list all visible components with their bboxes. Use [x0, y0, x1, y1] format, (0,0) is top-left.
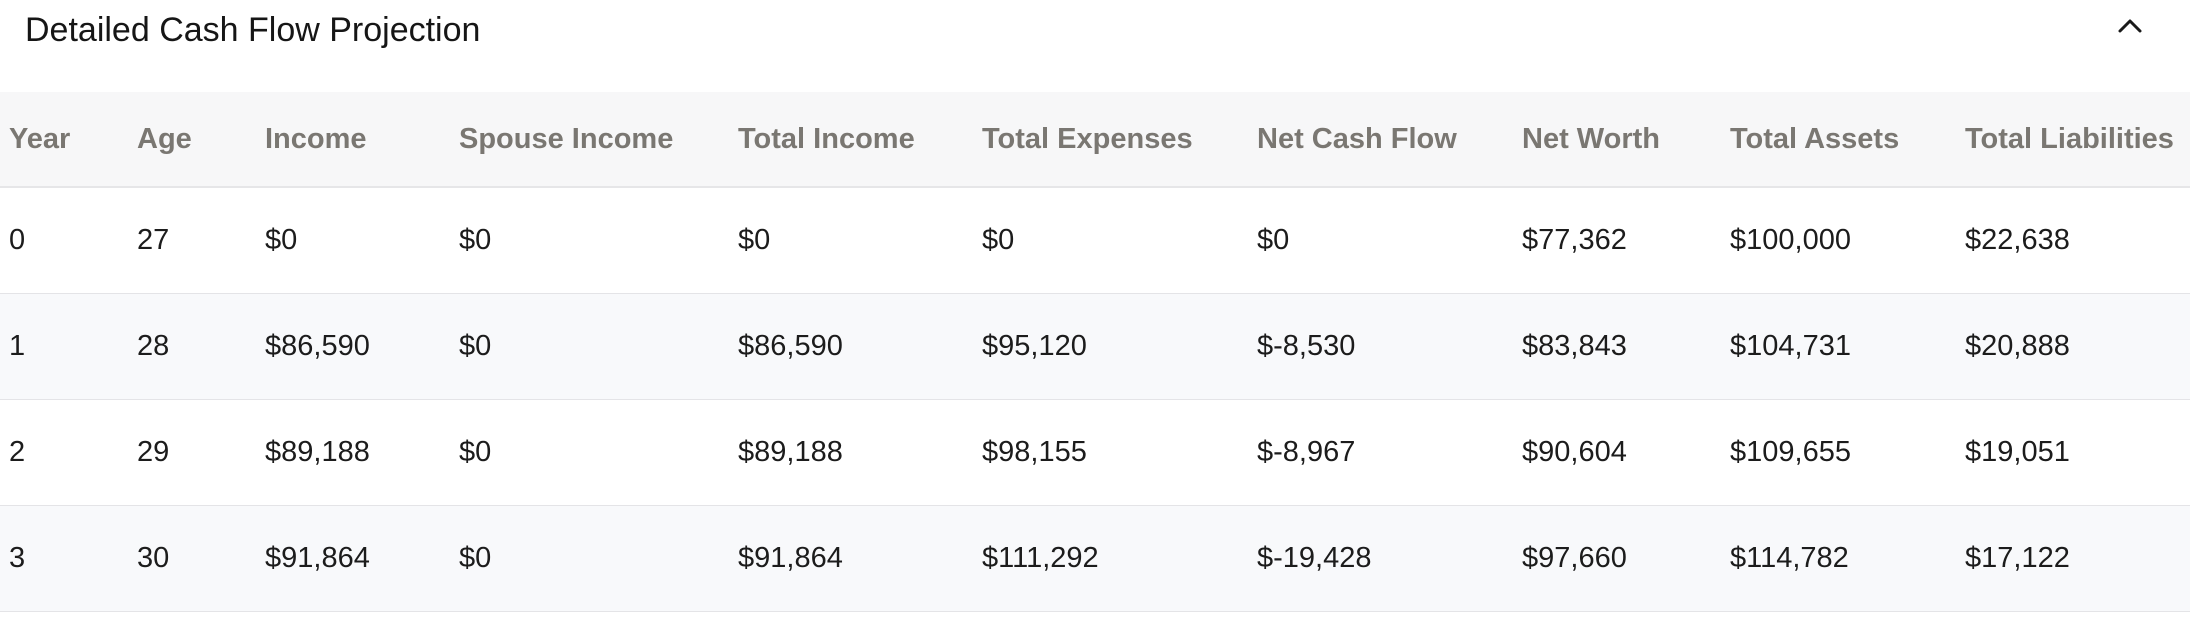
cell-year: 2 [9, 435, 26, 468]
cell-total-assets: $109,655 [1730, 435, 1851, 468]
cell-spouse-income: $0 [459, 541, 492, 574]
table-row: 2 29 $89,188 $0 $89,188 $98,155 $-8,967 … [0, 399, 2190, 505]
column-header-income[interactable]: Income [256, 92, 450, 187]
cell-net-cash-flow: $-8,967 [1257, 435, 1356, 468]
column-header-total-assets[interactable]: Total Assets [1721, 92, 1956, 187]
cell-spouse-income: $0 [459, 435, 492, 468]
cell-total-liabilities: $17,122 [1965, 541, 2070, 574]
cell-spouse-income: $0 [459, 329, 492, 362]
cell-net-cash-flow: $0 [1257, 223, 1290, 256]
column-header-age[interactable]: Age [128, 92, 256, 187]
cash-flow-table: Year Age Income Spouse Income Total Inco… [0, 92, 2190, 612]
column-header-net-worth[interactable]: Net Worth [1513, 92, 1721, 187]
column-header-year[interactable]: Year [0, 92, 128, 187]
panel-title: Detailed Cash Flow Projection [25, 11, 481, 49]
cell-total-expenses: $0 [982, 223, 1015, 256]
cell-total-liabilities: $20,888 [1965, 329, 2070, 362]
column-header-total-liabilities[interactable]: Total Liabilities [1956, 92, 2190, 187]
table-row: 1 28 $86,590 $0 $86,590 $95,120 $-8,530 … [0, 293, 2190, 399]
cell-net-worth: $83,843 [1522, 329, 1627, 362]
cell-age: 28 [137, 329, 170, 362]
cell-total-income: $0 [738, 223, 771, 256]
cell-age: 27 [137, 223, 170, 256]
cell-income: $91,864 [265, 541, 370, 574]
collapse-toggle-button[interactable] [2110, 6, 2150, 46]
cell-net-worth: $97,660 [1522, 541, 1627, 574]
table-row: 3 30 $91,864 $0 $91,864 $111,292 $-19,42… [0, 505, 2190, 611]
cell-income: $86,590 [265, 329, 370, 362]
cell-year: 0 [9, 223, 26, 256]
column-header-total-expenses[interactable]: Total Expenses [973, 92, 1248, 187]
panel-header[interactable]: Detailed Cash Flow Projection [0, 0, 2190, 62]
chevron-up-icon [2118, 19, 2142, 33]
cell-total-expenses: $95,120 [982, 329, 1087, 362]
cell-income: $0 [265, 223, 298, 256]
cell-total-income: $86,590 [738, 329, 843, 362]
cell-income: $89,188 [265, 435, 370, 468]
cash-flow-projection-panel: Detailed Cash Flow Projection Year Age I… [0, 0, 2190, 626]
cell-total-assets: $100,000 [1730, 223, 1851, 256]
column-header-total-income[interactable]: Total Income [729, 92, 973, 187]
cell-net-cash-flow: $-8,530 [1257, 329, 1356, 362]
cell-total-assets: $104,731 [1730, 329, 1851, 362]
cell-net-cash-flow: $-19,428 [1257, 541, 1372, 574]
cell-total-expenses: $98,155 [982, 435, 1087, 468]
cell-net-worth: $77,362 [1522, 223, 1627, 256]
cell-total-income: $91,864 [738, 541, 843, 574]
table-header-row: Year Age Income Spouse Income Total Inco… [0, 92, 2190, 187]
cell-total-assets: $114,782 [1730, 541, 1849, 574]
column-header-net-cash-flow[interactable]: Net Cash Flow [1248, 92, 1513, 187]
cell-age: 30 [137, 541, 170, 574]
cell-total-expenses: $111,292 [982, 541, 1099, 574]
column-header-spouse-income[interactable]: Spouse Income [450, 92, 729, 187]
cell-net-worth: $90,604 [1522, 435, 1627, 468]
cell-year: 1 [9, 329, 26, 362]
cell-age: 29 [137, 435, 170, 468]
table-row: 0 27 $0 $0 $0 $0 $0 $77,362 $100,000 $22… [0, 187, 2190, 293]
cell-total-income: $89,188 [738, 435, 843, 468]
cell-total-liabilities: $22,638 [1965, 223, 2070, 256]
cell-spouse-income: $0 [459, 223, 492, 256]
cell-total-liabilities: $19,051 [1965, 435, 2070, 468]
cell-year: 3 [9, 541, 26, 574]
